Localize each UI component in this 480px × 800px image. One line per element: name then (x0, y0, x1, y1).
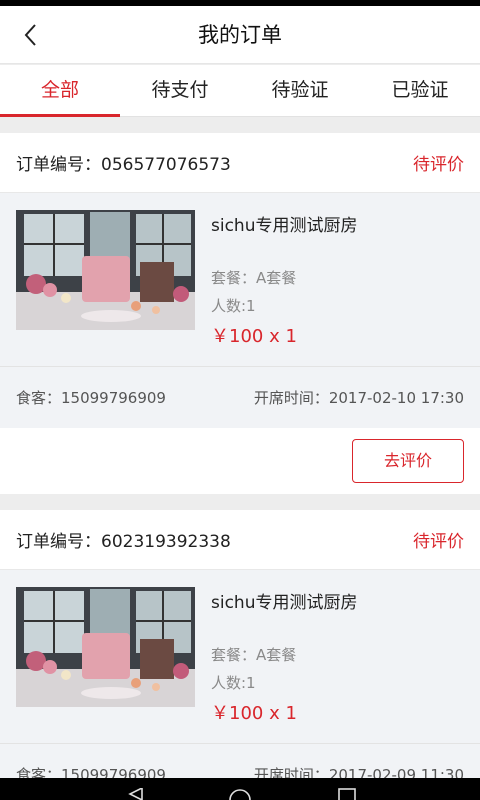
order-header: 订单编号：602319392338 待评价 (0, 510, 480, 570)
package-name: 套餐：A套餐 (211, 646, 297, 664)
order-header: 订单编号：056577076573 待评价 (0, 133, 480, 193)
kitchen-photo (16, 210, 195, 330)
back-triangle-icon[interactable] (128, 788, 144, 800)
people-count: 人数:1 (211, 297, 256, 315)
order-footer: 去评价 (0, 428, 480, 494)
kitchen-name: sichu专用测试厨房 (211, 593, 358, 613)
order-tabs: 全部 待支付 待验证 已验证 (0, 65, 480, 117)
back-button[interactable] (14, 18, 48, 52)
order-status: 待评价 (413, 532, 464, 552)
chevron-left-icon (24, 24, 36, 46)
page-title: 我的订单 (198, 23, 282, 47)
order-number: 订单编号：056577076573 (16, 155, 231, 175)
order-meta: 食客：15099796909 开席时间：2017-02-10 17:30 (0, 367, 480, 428)
system-nav-bar (0, 778, 480, 800)
tab-pending-verification[interactable]: 待验证 (240, 65, 360, 116)
open-time: 开席时间：2017-02-10 17:30 (253, 389, 464, 407)
order-number: 订单编号：602319392338 (16, 532, 231, 552)
order-status: 待评价 (413, 155, 464, 175)
order-detail: sichu专用测试厨房 套餐：A套餐 人数:1 ￥100 x 1 (0, 570, 480, 744)
tab-verified[interactable]: 已验证 (360, 65, 480, 116)
diner-phone: 食客：15099796909 (16, 389, 166, 407)
recents-square-icon[interactable] (338, 788, 356, 800)
review-button[interactable]: 去评价 (352, 439, 464, 483)
package-name: 套餐：A套餐 (211, 269, 297, 287)
order-card[interactable]: 订单编号：056577076573 待评价 sichu专用测试厨房 套餐：A套餐… (0, 133, 480, 494)
people-count: 人数:1 (211, 674, 256, 692)
order-list: 订单编号：056577076573 待评价 sichu专用测试厨房 套餐：A套餐… (0, 133, 480, 800)
kitchen-photo (16, 587, 195, 707)
header: 我的订单 (0, 6, 480, 64)
kitchen-name: sichu专用测试厨房 (211, 216, 358, 236)
order-price: ￥100 x 1 (211, 703, 297, 724)
tab-pending-payment[interactable]: 待支付 (120, 65, 240, 116)
order-card[interactable]: 订单编号：602319392338 待评价 sichu专用测试厨房 套餐：A套餐… (0, 510, 480, 800)
home-circle-icon[interactable] (228, 788, 252, 800)
order-price: ￥100 x 1 (211, 326, 297, 347)
tab-all[interactable]: 全部 (0, 65, 120, 117)
order-detail: sichu专用测试厨房 套餐：A套餐 人数:1 ￥100 x 1 (0, 193, 480, 367)
